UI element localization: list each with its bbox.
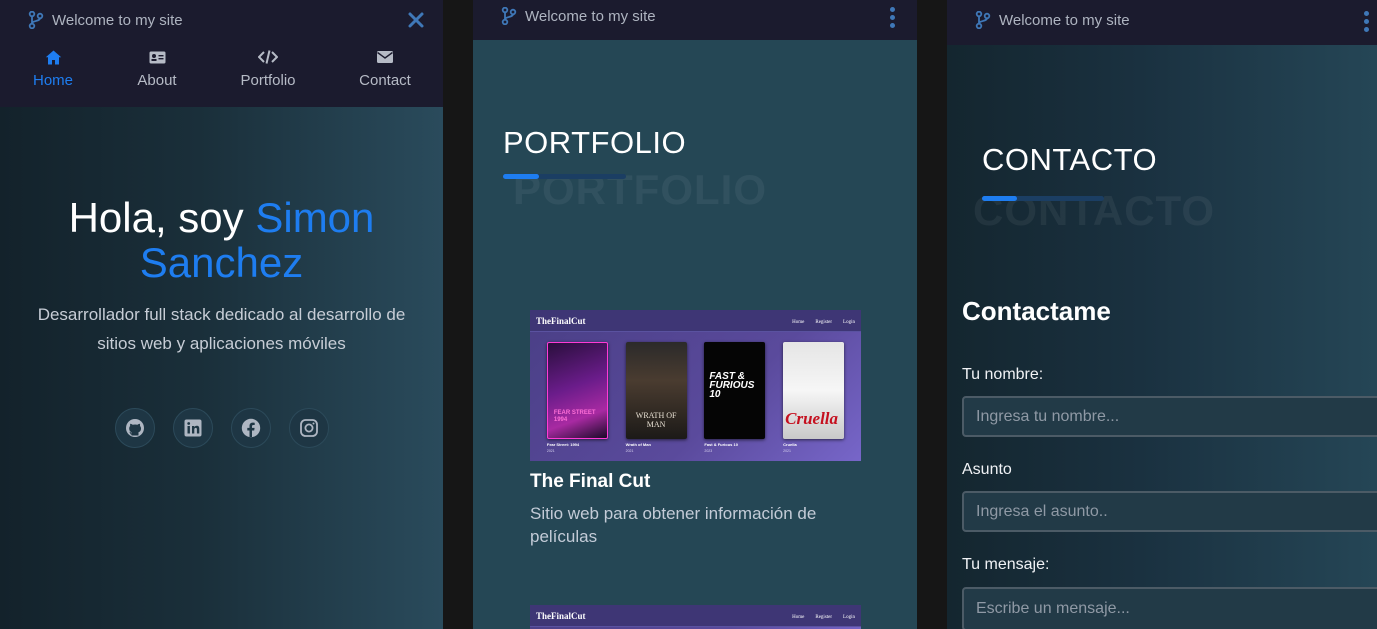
linkedin-icon — [184, 419, 201, 437]
movie-card: FEAR STREET 1994 Fear Street: 1994 2021 — [546, 342, 608, 453]
nav-menu: Home About Portfolio Contact — [0, 48, 443, 98]
movie-poster: WRATH OF MAN — [625, 342, 687, 439]
home-icon — [45, 50, 61, 64]
nav-item-contact[interactable]: Contact — [340, 48, 430, 89]
movie-year: 2023 — [704, 449, 713, 453]
project-title: The Final Cut — [530, 471, 651, 492]
linkedin-link[interactable] — [172, 408, 213, 448]
portfolio-section: PORTFOLIO PORTFOLIO TheFinalCut Home Reg… — [473, 40, 917, 629]
menu-kebab-icon[interactable] — [890, 7, 896, 31]
screenshot-link: Login — [843, 320, 855, 325]
movie-title: Wrath of Man — [625, 442, 651, 447]
section-underline — [982, 196, 1104, 201]
portfolio-view: Welcome to my site PORTFOLIO PORTFOLIO T… — [473, 0, 917, 629]
movie-poster: FAST & FURIOUS 10 — [704, 342, 766, 439]
hero-name-last: Sanchez — [139, 239, 304, 286]
git-branch-icon — [501, 7, 517, 25]
hero-greeting: Hola, soy — [68, 194, 256, 241]
nav-label: About — [137, 72, 177, 89]
screenshot-link: Login — [843, 615, 855, 620]
name-label: Tu nombre: — [962, 366, 1044, 383]
movie-year: 2021 — [625, 449, 634, 453]
facebook-link[interactable] — [230, 408, 271, 448]
project-screenshot[interactable]: TheFinalCut Home Register Login — [530, 605, 861, 629]
message-input[interactable] — [962, 587, 1377, 629]
social-links — [0, 408, 443, 448]
envelope-icon — [377, 51, 393, 63]
movie-title: Cruella — [783, 442, 797, 447]
nav-label: Portfolio — [240, 72, 296, 89]
screenshot-brand: TheFinalCut — [536, 610, 586, 621]
project-screenshot[interactable]: TheFinalCut Home Register Login FEAR STR… — [530, 310, 861, 461]
home-view: Welcome to my site Home About Portfolio … — [0, 0, 443, 629]
facebook-icon — [241, 418, 260, 438]
screenshot-link: Home — [792, 320, 805, 325]
hero-name-first: Simon — [255, 194, 375, 241]
poster-title: FAST & FURIOUS 10 — [709, 371, 755, 400]
screenshot-navbar: TheFinalCut Home Register Login — [530, 605, 861, 627]
section-title: CONTACTO — [982, 142, 1158, 177]
poster-title: WRATH OF MAN — [635, 411, 677, 429]
section-underline — [503, 174, 626, 179]
site-title: Welcome to my site — [525, 7, 656, 25]
screenshot-link: Register — [815, 320, 833, 325]
git-branch-icon — [975, 11, 991, 29]
section-title-shadow: CONTACTO — [973, 187, 1216, 234]
form-heading: Contactame — [962, 296, 1111, 326]
instagram-link[interactable] — [288, 408, 329, 448]
movie-card: WRATH OF MAN Wrath of Man 2021 — [625, 342, 687, 453]
screenshot-link: Register — [815, 615, 833, 620]
nav-item-about[interactable]: About — [112, 48, 202, 89]
nav-label: Contact — [359, 72, 411, 89]
screenshot-brand: TheFinalCut — [536, 315, 586, 326]
message-label: Tu mensaje: — [962, 556, 1050, 573]
git-branch-icon — [28, 11, 44, 29]
navbar: Welcome to my site — [473, 0, 917, 40]
site-title: Welcome to my site — [999, 11, 1130, 29]
hero-section: Hola, soy Simon Sanchez Desarrollador fu… — [0, 107, 443, 629]
code-icon — [258, 50, 278, 64]
poster-grid: FEAR STREET 1994 Fear Street: 1994 2021 … — [530, 332, 861, 453]
subject-label: Asunto — [962, 461, 1012, 478]
movie-card: FAST & FURIOUS 10 Fast & Furious 10 2023 — [704, 342, 766, 453]
nav-item-portfolio[interactable]: Portfolio — [223, 48, 313, 89]
movie-poster: Cruella — [783, 342, 845, 439]
close-icon[interactable] — [407, 11, 425, 29]
hero-title: Hola, soy Simon Sanchez — [0, 195, 443, 285]
movie-year: 2021 — [546, 449, 555, 453]
contact-section: CONTACTO CONTACTO Contactame Tu nombre: … — [947, 45, 1377, 629]
contact-view: Welcome to my site CONTACTO CONTACTO Con… — [947, 0, 1377, 629]
project-description: Sitio web para obtener información de pe… — [530, 504, 817, 546]
movie-card: Cruella Cruella 2021 — [783, 342, 845, 453]
nav-label: Home — [32, 72, 73, 89]
navbar: Welcome to my site Home About Portfolio … — [0, 0, 443, 107]
github-link[interactable] — [114, 408, 155, 448]
screenshot-navbar: TheFinalCut Home Register Login — [530, 310, 861, 332]
id-card-icon — [149, 51, 165, 63]
movie-title: Fast & Furious 10 — [704, 442, 738, 447]
movie-poster: FEAR STREET 1994 — [546, 342, 608, 439]
hero-description: Desarrollador full stack dedicado al des… — [37, 305, 406, 353]
poster-title: Cruella — [785, 409, 839, 428]
section-title: PORTFOLIO — [503, 125, 687, 160]
brand[interactable]: Welcome to my site — [28, 0, 183, 40]
menu-kebab-icon[interactable] — [1364, 11, 1370, 35]
brand[interactable]: Welcome to my site — [975, 0, 1130, 40]
instagram-icon — [299, 419, 318, 437]
site-title: Welcome to my site — [52, 11, 183, 29]
subject-input[interactable] — [962, 491, 1377, 532]
github-icon — [125, 419, 144, 437]
nav-item-home[interactable]: Home — [8, 48, 98, 89]
navbar: Welcome to my site — [947, 0, 1377, 45]
name-input[interactable] — [962, 396, 1377, 437]
movie-year: 2021 — [783, 449, 791, 453]
screenshot-link: Home — [792, 615, 805, 620]
movie-title: Fear Street: 1994 — [546, 442, 580, 447]
brand[interactable]: Welcome to my site — [501, 0, 656, 32]
poster-title: FEAR STREET 1994 — [553, 410, 596, 423]
